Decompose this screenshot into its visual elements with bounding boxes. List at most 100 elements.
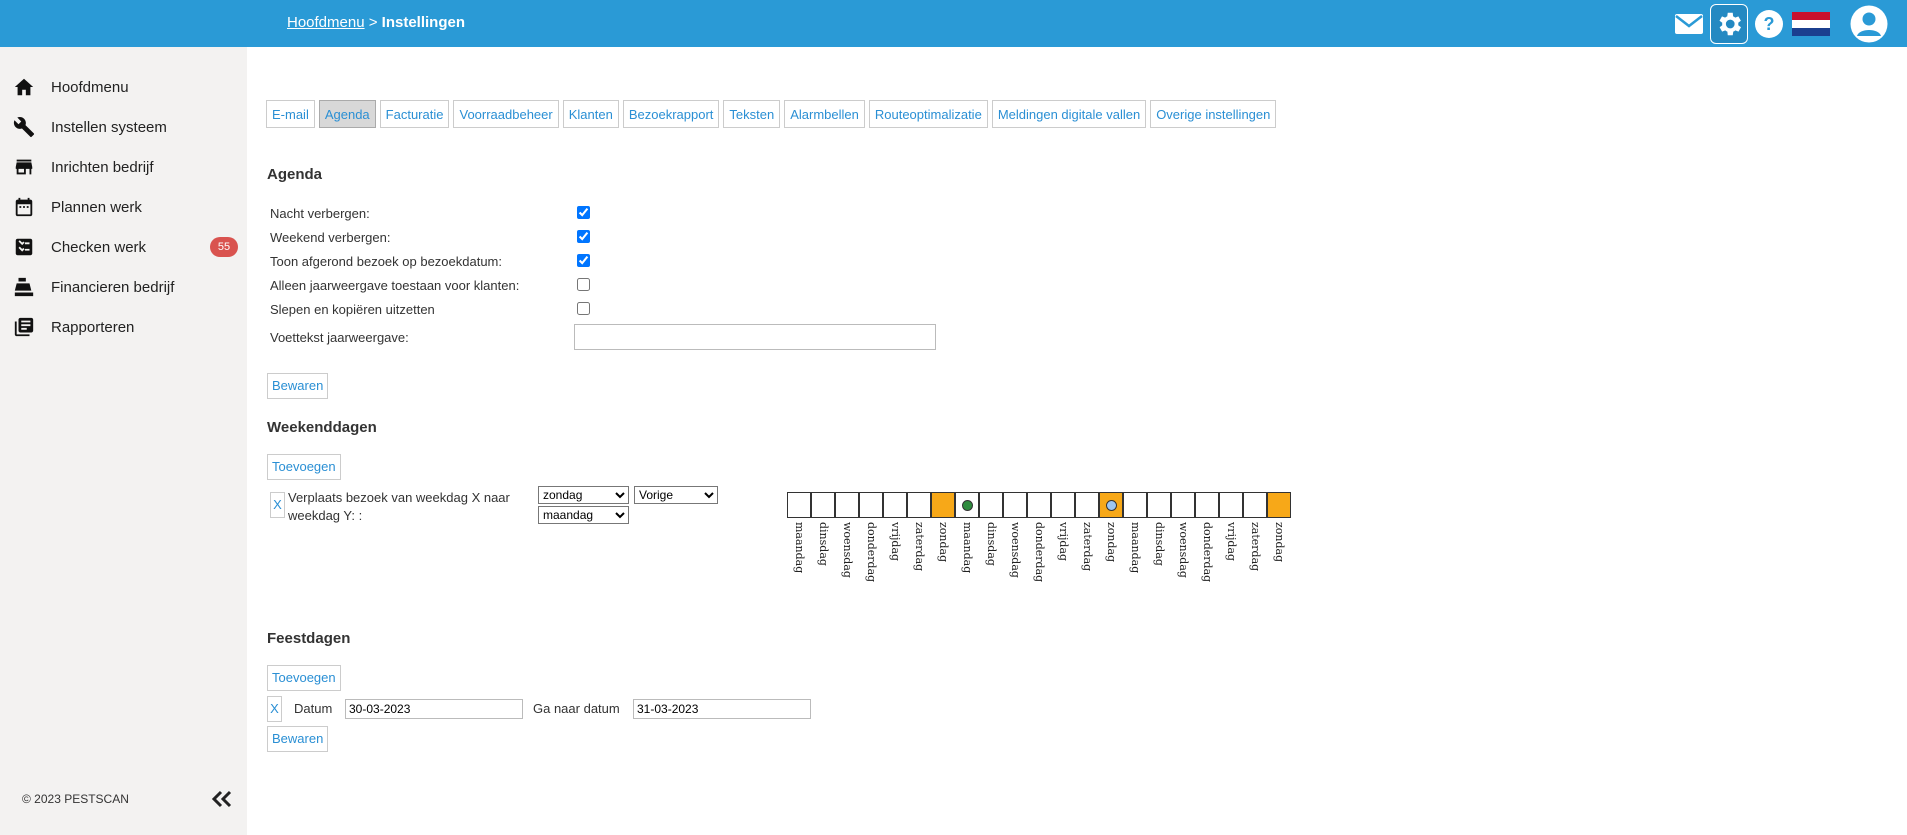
weekday-label-text: zondag xyxy=(1105,522,1118,563)
weekday-label: vrijdag xyxy=(1219,522,1243,602)
gear-icon[interactable] xyxy=(1710,4,1748,44)
sidebar-item-label: Rapporteren xyxy=(51,318,135,336)
move-visit-label: Verplaats bezoek van weekdag X naar week… xyxy=(288,490,510,523)
help-icon[interactable]: ? xyxy=(1750,4,1788,44)
sidebar-item-checken-werk[interactable]: Checken werk 55 xyxy=(0,227,247,267)
store-icon xyxy=(12,155,36,179)
weekday-label-text: woensdag xyxy=(841,522,854,578)
weekday-label-text: zaterdag xyxy=(1249,522,1262,572)
weekday-label: donderdag xyxy=(1195,522,1219,602)
weekday-label-text: maandag xyxy=(793,522,806,574)
weekday-cell xyxy=(979,492,1003,518)
checklist-icon xyxy=(12,235,36,259)
weekday-label-text: vrijdag xyxy=(1225,522,1238,562)
copyright-text: © 2023 PESTSCAN xyxy=(22,792,129,806)
sidebar-item-hoofdmenu[interactable]: Hoofdmenu xyxy=(0,67,247,107)
option-label: Alleen jaarweergave toestaan voor klante… xyxy=(270,278,520,293)
direction-select[interactable]: Vorige xyxy=(634,486,718,504)
holidays-add-button[interactable]: Toevoegen xyxy=(267,665,341,691)
weekday-cell xyxy=(1003,492,1027,518)
weekday-label: dinsdag xyxy=(1147,522,1171,602)
weekday-label-text: dinsdag xyxy=(817,522,830,566)
sidebar-item-label: Instellen systeem xyxy=(51,118,167,136)
mail-icon[interactable] xyxy=(1670,4,1708,44)
weekend-verbergen-checkbox[interactable] xyxy=(577,230,590,243)
tab-bezoekrapport[interactable]: Bezoekrapport xyxy=(622,100,720,128)
sidebar-item-instellen-systeem[interactable]: Instellen systeem xyxy=(0,107,247,147)
weekday-label: vrijdag xyxy=(1051,522,1075,602)
holiday-remove-button[interactable]: X xyxy=(267,696,282,722)
from-day-select[interactable]: zondag xyxy=(538,486,629,504)
weekday-label-text: donderdag xyxy=(1201,522,1214,583)
tab-klanten[interactable]: Klanten xyxy=(562,100,619,128)
report-icon xyxy=(12,315,36,339)
breadcrumb-home-link[interactable]: Hoofdmenu xyxy=(287,14,365,31)
weekday-cell xyxy=(1123,492,1147,518)
weekday-cell xyxy=(907,492,931,518)
tab-email[interactable]: E-mail xyxy=(266,100,315,128)
weekday-label-text: dinsdag xyxy=(985,522,998,566)
weekday-label-text: zondag xyxy=(937,522,950,563)
slepen-kopieren-checkbox[interactable] xyxy=(577,302,590,315)
target-day-marker xyxy=(962,500,973,511)
weekday-cell xyxy=(931,492,955,518)
tab-overige-instellingen[interactable]: Overige instellingen xyxy=(1150,100,1277,128)
breadcrumb-current: Instellingen xyxy=(381,14,466,31)
option-label: Toon afgerond bezoek op bezoekdatum: xyxy=(270,254,503,269)
weekday-label-text: dinsdag xyxy=(1153,522,1166,566)
goto-date-label: Ga naar datum xyxy=(533,701,620,716)
weekday-label: vrijdag xyxy=(883,522,907,602)
tab-voorraadbeheer[interactable]: Voorraadbeheer xyxy=(453,100,559,128)
sidebar-item-inrichten-bedrijf[interactable]: Inrichten bedrijf xyxy=(0,147,247,187)
breadcrumb-separator: > xyxy=(368,14,378,31)
notification-badge: 55 xyxy=(210,237,238,257)
sidebar-item-label: Checken werk xyxy=(51,238,147,256)
weekday-label: dinsdag xyxy=(979,522,1003,602)
alleen-jaarweergave-checkbox[interactable] xyxy=(577,278,590,291)
tab-meldingen-digitale-vallen[interactable]: Meldingen digitale vallen xyxy=(991,100,1147,128)
weekday-label: zondag xyxy=(931,522,955,602)
sidebar: Hoofdmenu Instellen systeem Inrichten be… xyxy=(0,47,247,835)
top-bar: Hoofdmenu > Instellingen ? xyxy=(0,0,1907,47)
holidays-save-button[interactable]: Bewaren xyxy=(267,726,329,752)
tab-routeoptimalizatie[interactable]: Routeoptimalizatie xyxy=(868,100,988,128)
dutch-flag-icon[interactable] xyxy=(1792,4,1830,44)
sidebar-item-label: Plannen werk xyxy=(51,198,142,216)
footer-text-input[interactable] xyxy=(574,324,936,350)
sidebar-item-plannen-werk[interactable]: Plannen werk xyxy=(0,187,247,227)
weekday-cell xyxy=(811,492,835,518)
weekday-cell xyxy=(883,492,907,518)
weekend-remove-button[interactable]: X xyxy=(270,492,285,518)
tab-facturatie[interactable]: Facturatie xyxy=(379,100,450,128)
agenda-save-button[interactable]: Bewaren xyxy=(267,373,329,399)
weekday-cell xyxy=(1219,492,1243,518)
weekday-label: maandag xyxy=(787,522,811,602)
home-icon xyxy=(12,75,36,99)
weekday-label: zaterdag xyxy=(1075,522,1099,602)
sidebar-item-rapporteren[interactable]: Rapporteren xyxy=(0,307,247,347)
calendar-icon xyxy=(12,195,36,219)
user-avatar-icon[interactable] xyxy=(1850,4,1888,44)
nacht-verbergen-checkbox[interactable] xyxy=(577,206,590,219)
tab-agenda[interactable]: Agenda xyxy=(318,100,376,128)
weekday-cell xyxy=(1051,492,1075,518)
weekend-heading: Weekenddagen xyxy=(267,419,377,436)
weekday-cell xyxy=(1075,492,1099,518)
weekday-cell xyxy=(835,492,859,518)
tab-alarmbellen[interactable]: Alarmbellen xyxy=(784,100,865,128)
weekday-label: maandag xyxy=(955,522,979,602)
toon-afgerond-bezoek-checkbox[interactable] xyxy=(577,254,590,267)
weekend-add-button[interactable]: Toevoegen xyxy=(267,454,341,480)
tab-teksten[interactable]: Teksten xyxy=(723,100,781,128)
option-label: Nacht verbergen: xyxy=(270,206,370,221)
weekday-label: donderdag xyxy=(859,522,883,602)
sidebar-item-financieren-bedrijf[interactable]: Financieren bedrijf xyxy=(0,267,247,307)
goto-date-input[interactable] xyxy=(633,699,811,719)
weekday-label-text: donderdag xyxy=(1033,522,1046,583)
sidebar-item-label: Inrichten bedrijf xyxy=(51,158,154,176)
collapse-sidebar-icon[interactable] xyxy=(208,786,236,812)
holiday-date-input[interactable] xyxy=(345,699,523,719)
weekday-label: donderdag xyxy=(1027,522,1051,602)
to-day-select[interactable]: maandag xyxy=(538,506,629,524)
weekday-cell xyxy=(1267,492,1291,518)
